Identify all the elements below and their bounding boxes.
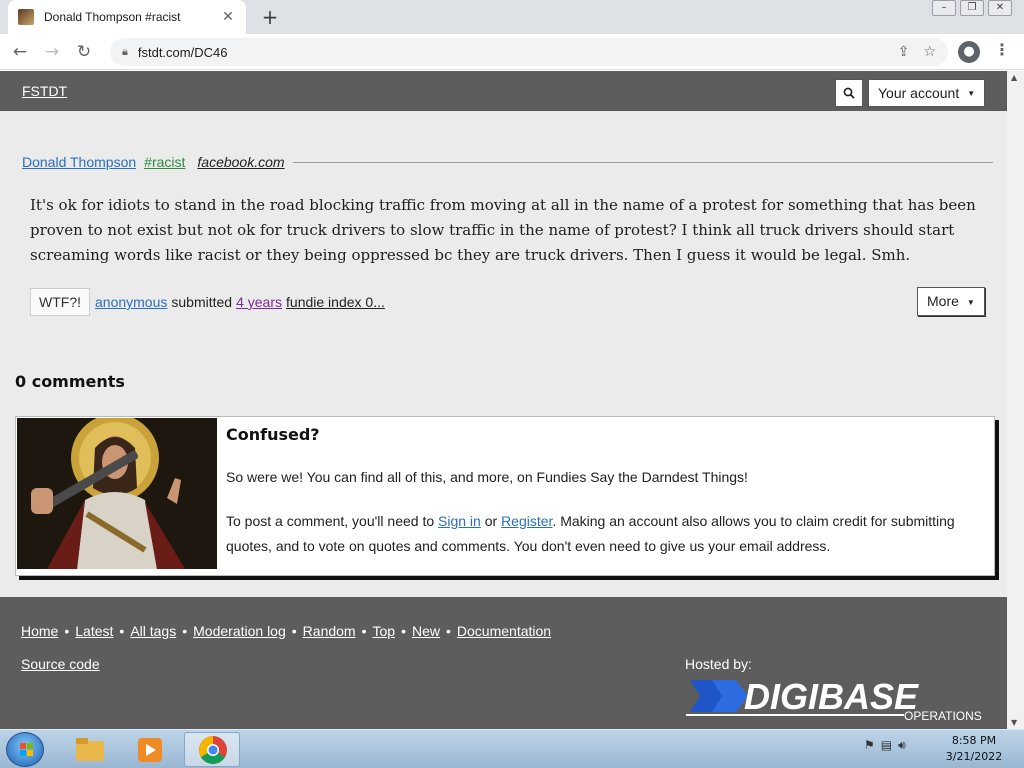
your-account-dropdown[interactable]: Your account ▼ xyxy=(868,79,985,107)
start-button[interactable] xyxy=(6,732,44,767)
footer-separator: • xyxy=(401,623,406,639)
quote-text: It's ok for idiots to stand in the road … xyxy=(30,196,976,264)
favicon-icon xyxy=(18,9,34,25)
forward-arrow-icon[interactable]: → xyxy=(40,40,64,64)
browser-toolbar: ← → ↻ 🔒︎ fstdt.com/DC46 ⇪ ☆ ● ⋮ xyxy=(0,34,1024,70)
footer-link-latest[interactable]: Latest xyxy=(75,623,113,639)
footer-link-random[interactable]: Random xyxy=(303,623,356,639)
caret-down-icon: ▼ xyxy=(967,89,976,99)
or-text: or xyxy=(480,513,502,529)
comments-heading: 0 comments xyxy=(15,372,125,391)
bookmark-star-icon[interactable]: ☆ xyxy=(923,44,936,60)
system-tray: ⚑ ▤ 🔊︎ xyxy=(864,738,906,753)
caret-down-icon: ▼ xyxy=(966,297,975,307)
logo-title: DIGIBASE xyxy=(744,676,919,717)
taskbar-explorer[interactable] xyxy=(62,732,118,767)
folder-icon xyxy=(76,738,104,761)
submitted-text: submitted xyxy=(171,294,233,310)
source-link[interactable]: facebook.com xyxy=(197,154,284,170)
browser-menu-icon[interactable]: ⋮ xyxy=(994,40,1010,59)
window-controls: – ❐ ✕ xyxy=(932,0,1012,16)
tab-title: Donald Thompson #racist xyxy=(44,10,181,24)
footer-separator: • xyxy=(64,623,70,639)
fundie-index-link[interactable]: fundie index 0... xyxy=(286,294,385,310)
volume-icon[interactable]: 🔊︎ xyxy=(898,738,906,753)
page-scrollbar[interactable]: ▲ ▼ xyxy=(1007,71,1024,729)
footer-link-top[interactable]: Top xyxy=(373,623,396,639)
confused-title: Confused? xyxy=(226,425,320,444)
url-text[interactable]: fstdt.com/DC46 xyxy=(138,45,884,60)
scroll-down-icon[interactable]: ▼ xyxy=(1011,718,1017,727)
minimize-button[interactable]: – xyxy=(932,0,956,16)
hosted-by-label: Hosted by: xyxy=(685,656,752,672)
search-icon xyxy=(843,87,855,99)
footer-separator: • xyxy=(291,623,297,639)
jesus-illustration xyxy=(17,418,217,569)
site-footer: Home • Latest • All tags • Moderation log • … xyxy=(0,597,1007,729)
network-icon[interactable]: ▤ xyxy=(881,738,892,753)
browser-tab[interactable]: Donald Thompson #racist ✕ xyxy=(8,0,246,34)
reload-icon[interactable]: ↻ xyxy=(72,40,96,64)
age-link[interactable]: 4 years xyxy=(236,294,282,310)
submitter-link[interactable]: anonymous xyxy=(95,294,167,310)
footer-link-moderation-log[interactable]: Moderation log xyxy=(193,623,286,639)
footer-nav: Home • Latest • All tags • Moderation log • … xyxy=(21,623,551,639)
search-button[interactable] xyxy=(835,79,863,107)
wtf-vote-button[interactable]: WTF?! xyxy=(30,288,90,316)
digibase-logo[interactable]: DIGIBASE OPERATIONS xyxy=(686,676,986,720)
author-link[interactable]: Donald Thompson xyxy=(22,154,136,170)
footer-link-documentation[interactable]: Documentation xyxy=(457,623,551,639)
address-bar[interactable]: 🔒︎ fstdt.com/DC46 ⇪ ☆ xyxy=(110,38,948,66)
byline-divider xyxy=(292,161,993,163)
clock-date: 3/21/2022 xyxy=(945,750,1003,763)
more-dropdown[interactable]: More ▼ xyxy=(917,287,985,316)
close-window-button[interactable]: ✕ xyxy=(988,0,1012,16)
footer-separator: • xyxy=(182,623,188,639)
windows-logo-icon xyxy=(20,743,33,756)
quote-byline: Donald Thompson #racist facebook.com xyxy=(22,153,993,171)
footer-link-home[interactable]: Home xyxy=(21,623,58,639)
restore-button[interactable]: ❐ xyxy=(960,0,984,16)
back-arrow-icon[interactable]: ← xyxy=(8,40,32,64)
taskbar-media-player[interactable] xyxy=(122,732,178,767)
footer-link-new[interactable]: New xyxy=(412,623,440,639)
taskbar-chrome[interactable] xyxy=(184,732,240,767)
comment-info-prefix: To post a comment, you'll need to xyxy=(226,513,439,529)
profile-avatar-icon[interactable]: ● xyxy=(958,41,980,63)
source-code-link[interactable]: Source code xyxy=(21,656,100,672)
sign-in-link[interactable]: Sign in xyxy=(438,513,481,529)
footer-separator: • xyxy=(446,623,451,639)
share-icon[interactable]: ⇪ xyxy=(898,44,910,60)
confused-text: So were we! You can find all of this, an… xyxy=(226,469,748,485)
quote-meta: WTF?! anonymous submitted 4 years fundie… xyxy=(30,287,985,317)
new-tab-button[interactable]: + xyxy=(258,5,282,29)
windows-taskbar: ⚑ ▤ 🔊︎ 8:58 PM 3/21/2022 xyxy=(0,729,1024,768)
confused-card: Confused? So were we! You can find all o… xyxy=(15,416,995,576)
footer-link-all-tags[interactable]: All tags xyxy=(130,623,176,639)
chrome-icon xyxy=(199,736,227,764)
clock-time: 8:58 PM xyxy=(951,734,997,747)
media-player-icon xyxy=(138,738,162,762)
account-label: Your account xyxy=(878,85,960,101)
close-tab-icon[interactable]: ✕ xyxy=(220,9,236,25)
browser-tabstrip: Donald Thompson #racist ✕ + – ❐ ✕ xyxy=(0,0,1024,34)
footer-separator: • xyxy=(361,623,367,639)
tag-link[interactable]: #racist xyxy=(144,154,185,170)
logo-subtitle: OPERATIONS xyxy=(904,709,982,720)
taskbar-clock[interactable]: 8:58 PM 3/21/2022 xyxy=(944,733,1004,765)
page-viewport: FSTDT Your account ▼ Donald Thompson #rac… xyxy=(0,71,1024,729)
post-comment-info: To post a comment, you'll need to Sign i… xyxy=(226,509,986,559)
register-link[interactable]: Register xyxy=(501,513,552,529)
footer-separator: • xyxy=(119,623,125,639)
site-header: FSTDT Your account ▼ xyxy=(0,71,1007,111)
more-label: More xyxy=(927,293,959,309)
scroll-up-icon[interactable]: ▲ xyxy=(1011,73,1017,82)
lock-icon[interactable]: 🔒︎ xyxy=(122,45,128,59)
action-center-flag-icon[interactable]: ⚑ xyxy=(864,738,875,753)
site-brand-link[interactable]: FSTDT xyxy=(22,83,67,99)
